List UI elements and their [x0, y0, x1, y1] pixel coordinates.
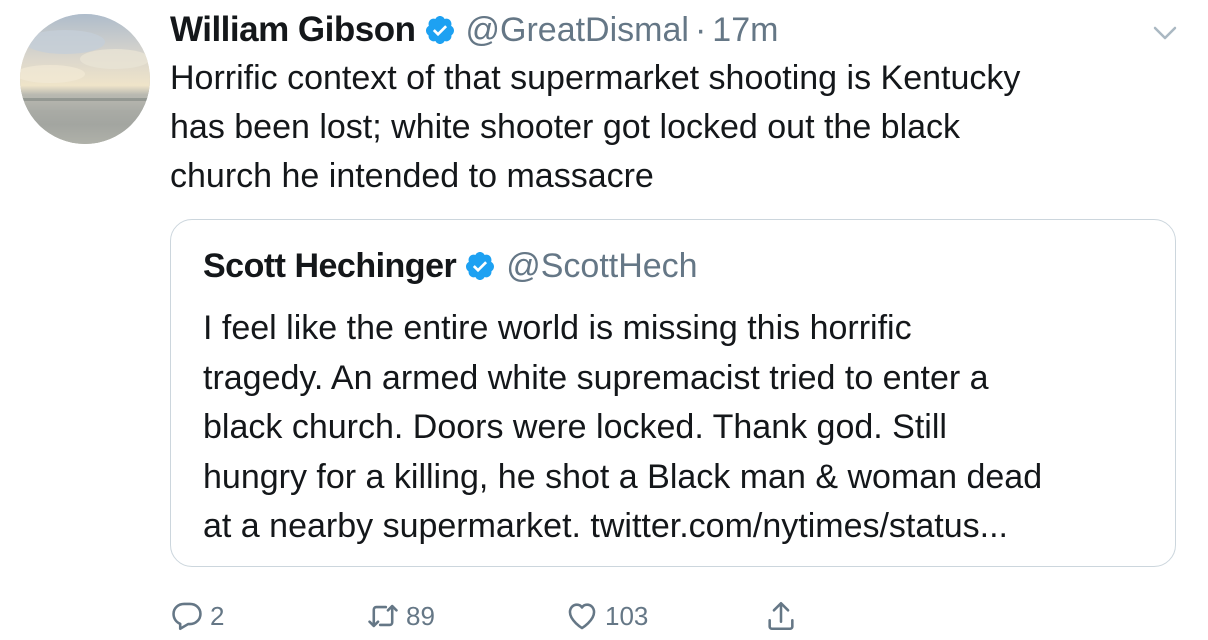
tweet-actions: 2 89 103 — [170, 596, 870, 636]
retweet-icon — [368, 604, 398, 628]
heart-icon — [568, 603, 596, 630]
quoted-author-handle: @ScottHech — [506, 246, 698, 285]
reply-count: 2 — [210, 600, 225, 631]
retweet-button[interactable]: 89 — [366, 596, 435, 636]
avatar[interactable] — [20, 14, 150, 144]
chevron-down-icon[interactable] — [1150, 18, 1180, 48]
reply-button[interactable]: 2 — [170, 596, 224, 636]
tweet[interactable]: William Gibson @GreatDismal · 17m Horrif… — [0, 0, 1208, 640]
share-icon — [768, 601, 794, 631]
avatar-image — [20, 14, 150, 144]
quoted-author-name: Scott Hechinger — [203, 246, 457, 285]
verified-badge-icon — [424, 14, 456, 46]
quoted-tweet-header: Scott Hechinger @ScottHech — [203, 244, 698, 288]
share-button[interactable] — [764, 596, 798, 636]
like-button[interactable]: 103 — [565, 596, 648, 636]
tweet-text: Horrific context of that supermarket sho… — [170, 59, 1021, 195]
tweet-timestamp[interactable]: 17m — [712, 11, 778, 50]
like-count: 103 — [605, 600, 649, 631]
quoted-tweet[interactable]: Scott Hechinger @ScottHech I feel like t… — [170, 219, 1176, 567]
retweet-count: 89 — [406, 600, 435, 631]
verified-badge-icon — [464, 250, 496, 282]
author-handle[interactable]: @GreatDismal — [466, 11, 689, 50]
tweet-header: William Gibson @GreatDismal · 17m — [170, 8, 778, 52]
separator-dot: · — [694, 10, 707, 49]
reply-icon — [172, 602, 202, 631]
quoted-tweet-text: I feel like the entire world is missing … — [203, 309, 1043, 545]
author-name[interactable]: William Gibson — [170, 10, 416, 50]
